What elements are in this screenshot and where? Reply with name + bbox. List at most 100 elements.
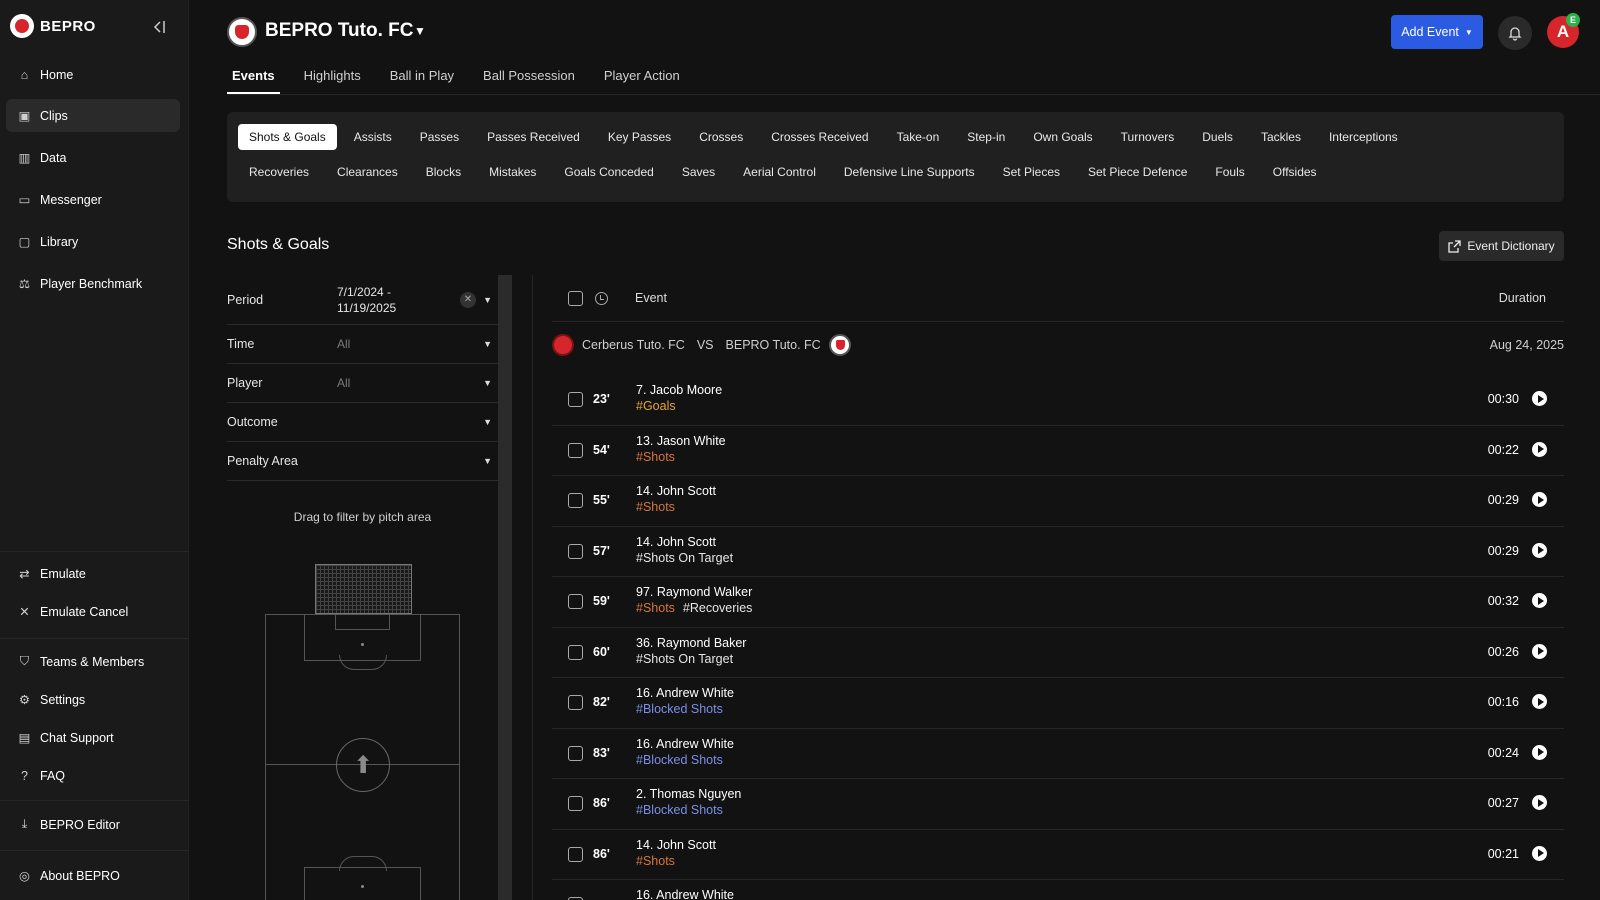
category-chip-tackles[interactable]: Tackles bbox=[1250, 124, 1312, 150]
event-dictionary-button[interactable]: Event Dictionary bbox=[1439, 231, 1564, 261]
tab-events[interactable]: Events bbox=[227, 66, 280, 94]
category-chip-crosses[interactable]: Crosses bbox=[688, 124, 754, 150]
sidebar-item-chat-support[interactable]: ▤ Chat Support bbox=[6, 721, 180, 754]
category-chip-aerial-control[interactable]: Aerial Control bbox=[732, 159, 827, 185]
row-checkbox[interactable] bbox=[568, 644, 583, 660]
table-row[interactable]: 54' 13. Jason White #Shots 00:22 bbox=[552, 426, 1564, 476]
table-row[interactable]: 57' 14. John Scott #Shots On Target 00:29 bbox=[552, 527, 1564, 577]
caret-down-icon[interactable]: ▼ bbox=[483, 295, 492, 305]
tab-ball-in-play[interactable]: Ball in Play bbox=[385, 66, 459, 94]
sidebar-item-data[interactable]: ▥ Data bbox=[6, 141, 180, 174]
sidebar-item-home[interactable]: ⌂ Home bbox=[6, 58, 180, 91]
category-chip-set-piece-defence[interactable]: Set Piece Defence bbox=[1077, 159, 1198, 185]
tab-player-action[interactable]: Player Action bbox=[599, 66, 685, 94]
table-row[interactable]: 86' 2. Thomas Nguyen #Blocked Shots 00:27 bbox=[552, 779, 1564, 830]
clock-icon[interactable] bbox=[595, 291, 608, 305]
table-row[interactable]: 59' 97. Raymond Walker #Shots #Recoveries 00… bbox=[552, 577, 1564, 628]
play-icon[interactable] bbox=[1532, 744, 1547, 760]
sidebar-item-teams-members[interactable]: ⛉ Teams & Members bbox=[6, 645, 180, 678]
play-icon[interactable] bbox=[1532, 391, 1547, 406]
panel-divider bbox=[532, 275, 533, 900]
tab-highlights[interactable]: Highlights bbox=[299, 66, 366, 94]
category-chip-passes-received[interactable]: Passes Received bbox=[476, 124, 591, 150]
category-chip-clearances[interactable]: Clearances bbox=[326, 159, 409, 185]
notifications-button[interactable] bbox=[1498, 16, 1532, 50]
category-chip-passes[interactable]: Passes bbox=[409, 124, 470, 150]
caret-down-icon[interactable]: ▼ bbox=[483, 339, 492, 349]
table-row[interactable]: 60' 36. Raymond Baker #Shots On Target 00:2… bbox=[552, 628, 1564, 678]
table-row[interactable]: 86' 14. John Scott #Shots 00:21 bbox=[552, 830, 1564, 880]
category-chip-recoveries[interactable]: Recoveries bbox=[238, 159, 320, 185]
category-chip-assists[interactable]: Assists bbox=[343, 124, 403, 150]
tab-ball-possession[interactable]: Ball Possession bbox=[478, 66, 580, 94]
row-checkbox[interactable] bbox=[568, 493, 583, 508]
sidebar-item-player-benchmark[interactable]: ⚖ Player Benchmark bbox=[6, 267, 180, 300]
category-chip-take-on[interactable]: Take-on bbox=[886, 124, 951, 150]
play-icon[interactable] bbox=[1532, 643, 1547, 659]
category-chip-duels[interactable]: Duels bbox=[1191, 124, 1244, 150]
category-chip-offsides[interactable]: Offsides bbox=[1262, 159, 1328, 185]
collapse-sidebar-button[interactable] bbox=[148, 16, 170, 38]
penalty-area-filter[interactable]: Penalty Area ▼ bbox=[227, 442, 498, 481]
outcome-filter[interactable]: Outcome ▼ bbox=[227, 403, 498, 442]
category-chip-saves[interactable]: Saves bbox=[671, 159, 726, 185]
play-icon[interactable] bbox=[1532, 795, 1547, 810]
category-chip-turnovers[interactable]: Turnovers bbox=[1110, 124, 1186, 150]
row-checkbox[interactable] bbox=[568, 392, 583, 407]
play-icon[interactable] bbox=[1532, 542, 1547, 558]
category-chip-key-passes[interactable]: Key Passes bbox=[597, 124, 682, 150]
row-checkbox[interactable] bbox=[568, 796, 583, 811]
period-filter[interactable]: Period 7/1/2024 - 11/19/2025 ✕ ▼ bbox=[227, 275, 498, 325]
caret-down-icon[interactable]: ▼ bbox=[483, 417, 492, 427]
add-event-button[interactable]: Add Event ▼ bbox=[1391, 15, 1483, 49]
sidebar-item-clips[interactable]: ▣ Clips bbox=[6, 99, 180, 132]
category-chip-shots-goals[interactable]: Shots & Goals bbox=[238, 124, 337, 150]
category-chip-mistakes[interactable]: Mistakes bbox=[478, 159, 547, 185]
row-checkbox[interactable] bbox=[568, 442, 583, 458]
row-checkbox[interactable] bbox=[568, 846, 583, 862]
team-selector[interactable]: BEPRO Tuto. FC bbox=[265, 20, 413, 42]
category-chip-blocks[interactable]: Blocks bbox=[415, 159, 472, 185]
table-row[interactable]: 23' 7. Jacob Moore #Goals 00:30 bbox=[552, 375, 1564, 426]
select-all-checkbox[interactable] bbox=[568, 290, 583, 306]
sidebar-item-messenger[interactable]: ▭ Messenger bbox=[6, 183, 180, 216]
row-checkbox[interactable] bbox=[568, 543, 583, 559]
category-chip-goals-conceded[interactable]: Goals Conceded bbox=[553, 159, 664, 185]
play-icon[interactable] bbox=[1532, 593, 1547, 608]
table-row[interactable]: 16. Andrew White bbox=[552, 880, 1564, 900]
sidebar-item-settings[interactable]: ⚙ Settings bbox=[6, 683, 180, 716]
category-chip-step-in[interactable]: Step-in bbox=[956, 124, 1016, 150]
category-chip-interceptions[interactable]: Interceptions bbox=[1318, 124, 1409, 150]
category-chip-set-pieces[interactable]: Set Pieces bbox=[992, 159, 1071, 185]
table-row[interactable]: 55' 14. John Scott #Shots 00:29 bbox=[552, 476, 1564, 527]
category-chip-own-goals[interactable]: Own Goals bbox=[1022, 124, 1103, 150]
brand-logo[interactable]: BEPRO bbox=[10, 14, 96, 38]
sidebar-item-faq[interactable]: ? FAQ bbox=[6, 759, 180, 792]
caret-down-icon[interactable]: ▼ bbox=[483, 456, 492, 466]
sidebar-item-about[interactable]: ◎ About BEPRO bbox=[6, 859, 180, 892]
time-filter[interactable]: Time All ▼ bbox=[227, 325, 498, 364]
row-checkbox[interactable] bbox=[568, 594, 583, 609]
play-icon[interactable] bbox=[1532, 694, 1547, 709]
play-icon[interactable] bbox=[1532, 845, 1547, 861]
sidebar-item-bepro-editor[interactable]: ⤓ BEPRO Editor bbox=[6, 808, 180, 841]
sidebar-item-emulate[interactable]: ⇄ Emulate bbox=[6, 557, 180, 590]
category-chip-fouls[interactable]: Fouls bbox=[1204, 159, 1255, 185]
category-chip-defensive-line-supports[interactable]: Defensive Line Supports bbox=[833, 159, 986, 185]
row-checkbox[interactable] bbox=[568, 745, 583, 761]
clear-icon[interactable]: ✕ bbox=[460, 291, 476, 308]
sidebar-item-emulate-cancel[interactable]: ✕ Emulate Cancel bbox=[6, 595, 180, 628]
table-row[interactable]: 82' 16. Andrew White #Blocked Shots 00:16 bbox=[552, 678, 1564, 729]
sidebar-item-library[interactable]: ▢ Library bbox=[6, 225, 180, 258]
row-checkbox[interactable] bbox=[568, 695, 583, 710]
player-filter[interactable]: Player All ▼ bbox=[227, 364, 498, 403]
category-chip-crosses-received[interactable]: Crosses Received bbox=[760, 124, 879, 150]
pitch-area-filter[interactable]: ⬆ bbox=[265, 562, 460, 900]
play-icon[interactable] bbox=[1532, 441, 1547, 457]
period-value: 7/1/2024 - 11/19/2025 bbox=[337, 284, 396, 316]
table-row[interactable]: 83' 16. Andrew White #Blocked Shots 00:24 bbox=[552, 729, 1564, 779]
caret-down-icon[interactable]: ▼ bbox=[483, 378, 492, 388]
play-icon[interactable] bbox=[1532, 492, 1547, 507]
filter-scrollbar[interactable] bbox=[498, 275, 512, 900]
caret-down-icon[interactable]: ▼ bbox=[414, 24, 426, 38]
